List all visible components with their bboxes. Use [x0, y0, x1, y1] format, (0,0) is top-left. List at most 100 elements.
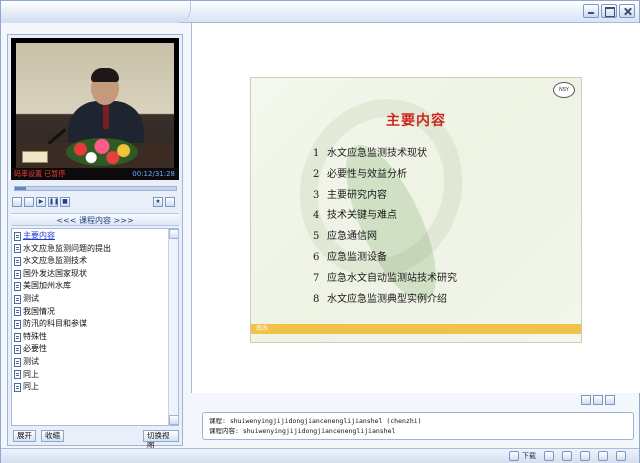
- slide-outline-item: 7 应急水文自动监测站技术研究: [313, 269, 457, 290]
- document-icon: [14, 345, 21, 355]
- home-icon[interactable]: [562, 451, 572, 461]
- pause-icon[interactable]: ❚❚: [48, 197, 59, 207]
- playlist-item-label: 特殊性: [23, 331, 47, 341]
- document-icon: [14, 282, 21, 292]
- playlist-item-label: 同上: [23, 382, 39, 392]
- video-status-text[interactable]: 码率设置 已暂停: [14, 168, 65, 180]
- volume-icon[interactable]: [165, 197, 175, 207]
- playlist-item-label: 必要性: [23, 344, 47, 354]
- video-player[interactable]: [11, 38, 179, 168]
- fit-screen-icon[interactable]: [581, 395, 591, 405]
- scroll-down-icon[interactable]: [169, 415, 178, 425]
- outline-number: 7: [313, 272, 320, 284]
- outline-text: 必要性与效益分析: [327, 168, 407, 180]
- outline-text: 水文应急监测技术现状: [327, 148, 427, 159]
- speaker-tie: [103, 105, 109, 129]
- title-bar: [1, 1, 639, 23]
- course-content-line: 课程内容: shuiwenyingjijidongjiancenenglijia…: [209, 427, 396, 435]
- playlist-item[interactable]: 我国情况: [14, 306, 178, 319]
- slide-outline-item: 6 应急监测设备: [313, 248, 457, 269]
- title-tab: [1, 1, 191, 23]
- minimize-icon[interactable]: [583, 4, 599, 18]
- playlist-item-label: 测试: [23, 356, 39, 366]
- outline-number: 1: [313, 148, 320, 159]
- slide-menu-icon[interactable]: [605, 395, 615, 405]
- playlist-header: <<< 课程内容 >>>: [11, 213, 179, 226]
- print-icon[interactable]: [509, 451, 519, 461]
- prev-icon[interactable]: [12, 197, 22, 207]
- outline-text: 技术关键与难点: [327, 210, 397, 222]
- playlist-item-label: 防汛的科目和参谋: [23, 319, 87, 329]
- rewind-icon[interactable]: [24, 197, 34, 207]
- playlist-scrollbar[interactable]: [168, 229, 178, 425]
- video-progress-bar[interactable]: [14, 186, 177, 191]
- playlist-item[interactable]: 特殊性: [14, 331, 178, 344]
- stop-icon[interactable]: ■: [60, 197, 70, 207]
- video-progress-fill: [15, 187, 27, 190]
- playlist-item[interactable]: 水文应急监测技术: [14, 255, 178, 268]
- slide-footer-text: 南水: [256, 325, 269, 332]
- document-icon: [14, 244, 21, 254]
- bookmark-icon[interactable]: ★: [153, 197, 163, 207]
- settings-icon[interactable]: [580, 451, 590, 461]
- playlist-item-label: 美国加州水库: [23, 281, 71, 291]
- playlist-item-label: 同上: [23, 369, 39, 379]
- document-icon: [14, 357, 21, 367]
- zoom-icon[interactable]: [616, 451, 626, 461]
- playlist-items: 主要内容 水文应急监测问题的提出 水文应急监测技术 国外发达国家现状 美国加州水库 测试我…: [12, 229, 178, 394]
- scroll-up-icon[interactable]: [169, 229, 178, 239]
- video-time: 00:12/31:28: [132, 170, 175, 178]
- playlist-item[interactable]: 必要性: [14, 343, 178, 356]
- playlist-item[interactable]: 国外发达国家现状: [14, 268, 178, 281]
- playlist-item[interactable]: 同上: [14, 369, 178, 382]
- document-icon: [14, 231, 21, 241]
- document-icon: [14, 370, 21, 380]
- video-frame: [16, 43, 174, 168]
- player-window: 码率设置 已暂停 00:12/31:28 ▶ ❚❚ ■ ★ <<< 课程内容 >…: [0, 0, 640, 463]
- fullscreen-icon[interactable]: [177, 197, 179, 207]
- playlist-item[interactable]: 主要内容: [14, 230, 178, 243]
- slide-area: NSY 主要内容 1 水文应急监测技术现状 2 必要性与效益分析 3 主要研究内容 4 技术关…: [191, 23, 640, 393]
- playlist-item[interactable]: 水文应急监测问题的提出: [14, 243, 178, 256]
- play-icon[interactable]: ▶: [36, 197, 46, 207]
- document-icon: [14, 319, 21, 329]
- document-icon: [14, 256, 21, 266]
- expand-button[interactable]: 展开: [13, 430, 36, 442]
- document-icon: [14, 332, 21, 342]
- playlist: 主要内容 水文应急监测问题的提出 水文应急监测技术 国外发达国家现状 美国加州水库 测试我…: [11, 228, 179, 426]
- playlist-item-label: 国外发达国家现状: [23, 268, 87, 278]
- course-line: 课程: shuiwenyingjijidongjiancenenglijians…: [209, 417, 422, 425]
- camera-icon[interactable]: [544, 451, 554, 461]
- window-controls: [583, 4, 635, 18]
- slide-footer-bar: [251, 324, 581, 334]
- outline-text: 应急通信网: [327, 231, 377, 243]
- download-label[interactable]: 下载: [522, 451, 536, 461]
- slide-outline-item: 5 应急通信网: [313, 227, 457, 248]
- outline-number: 8: [313, 293, 320, 305]
- slide-outline-item: 2 必要性与效益分析: [313, 165, 457, 186]
- outline-text: 水文应急监测典型实例介绍: [327, 293, 447, 305]
- outline-number: 3: [313, 189, 320, 201]
- playlist-item-label: 测试: [23, 293, 39, 303]
- playlist-item[interactable]: 美国加州水库: [14, 280, 178, 293]
- playlist-item[interactable]: 同上: [14, 381, 178, 394]
- course-info: 课程: shuiwenyingjijidongjiancenenglijians…: [202, 412, 634, 440]
- document-icon: [14, 307, 21, 317]
- slide-outline-item: 8 水文应急监测典型实例介绍: [313, 290, 457, 311]
- slide-outline-item: 4 技术关键与难点: [313, 206, 457, 227]
- close-icon[interactable]: [619, 4, 635, 18]
- switch-view-button[interactable]: 切换视图: [143, 430, 179, 450]
- slide-outline-item: 1 水文应急监测技术现状: [313, 144, 457, 165]
- outline-number: 4: [313, 210, 320, 222]
- document-icon: [14, 294, 21, 304]
- playlist-buttons: 展开 收缩 切换视图: [11, 430, 179, 450]
- playlist-item[interactable]: 防汛的科目和参谋: [14, 318, 178, 331]
- help-icon[interactable]: [598, 451, 608, 461]
- maximize-icon[interactable]: [601, 4, 617, 18]
- playlist-item[interactable]: 测试: [14, 356, 178, 369]
- collapse-button[interactable]: 收缩: [41, 430, 64, 442]
- video-status-bar: 码率设置 已暂停 00:12/31:28: [11, 168, 179, 180]
- playlist-item[interactable]: 测试: [14, 293, 178, 306]
- zoom-toggle-icon[interactable]: [593, 395, 603, 405]
- playlist-item-label: 我国情况: [23, 306, 55, 316]
